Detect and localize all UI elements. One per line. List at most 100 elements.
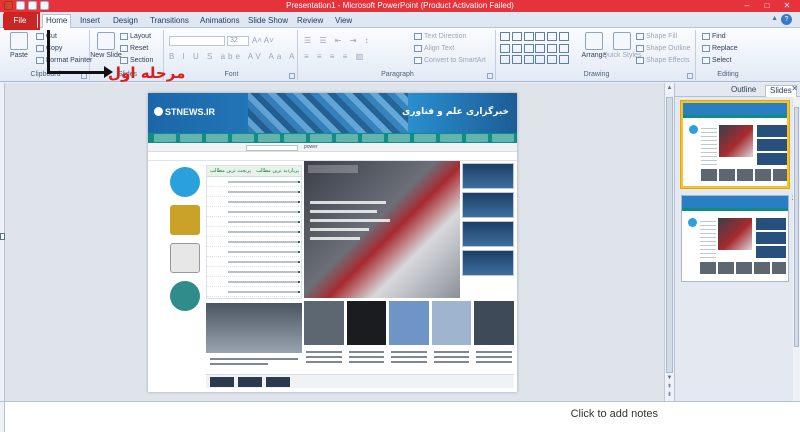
tab-review[interactable]: Review	[297, 15, 323, 28]
website-search-bar	[148, 143, 517, 152]
alignment-icons[interactable]: ≡ ≡ ≡ ≡ ▥	[304, 52, 366, 61]
shape-icon[interactable]	[511, 43, 522, 53]
tab-transitions[interactable]: Transitions	[150, 15, 189, 28]
partner-logo	[170, 243, 200, 273]
font-size-combo[interactable]: 32	[227, 36, 249, 46]
tab-home[interactable]: Home	[42, 14, 72, 29]
shape-icon[interactable]	[559, 55, 570, 65]
scroll-down-icon[interactable]: ▼	[666, 375, 673, 381]
shape-icon[interactable]	[511, 55, 522, 65]
minimize-button[interactable]: –	[738, 0, 756, 11]
align-text-button[interactable]: Align Text	[414, 45, 454, 52]
effects-icon	[636, 57, 644, 64]
notes-placeholder[interactable]: Click to add notes	[571, 408, 658, 420]
pane-tabs: Outline Slides ✕	[675, 83, 800, 97]
grow-font-icon[interactable]: A˄ A˅	[252, 36, 274, 45]
scroll-thumb[interactable]	[666, 97, 673, 373]
slide-vertical-scrollbar[interactable]: ▲ ▼ ⇞ ⇟	[664, 83, 674, 401]
binoculars-icon	[702, 33, 710, 40]
current-slide[interactable]: STNEWS.IR خبرگزاری علم و فناوری power پر…	[148, 93, 517, 392]
website-ticker	[148, 152, 517, 161]
previous-slide-icon[interactable]: ⇞	[666, 383, 673, 390]
find-button[interactable]: Find	[702, 33, 726, 40]
tab-outline[interactable]: Outline	[727, 85, 760, 97]
font-name-combo[interactable]	[169, 36, 225, 46]
tab-insert[interactable]: Insert	[80, 15, 100, 28]
format-painter-label: Format Painter	[46, 57, 93, 64]
news-list-tab: پربازدید ترین مطالب	[256, 168, 299, 174]
tab-slide-show[interactable]: Slide Show	[248, 15, 288, 28]
help-icon[interactable]: ?	[781, 14, 792, 25]
section-button[interactable]: Section	[120, 57, 153, 64]
select-arrow-icon	[702, 57, 710, 64]
close-button[interactable]: ✕	[778, 0, 796, 11]
shape-icon[interactable]	[511, 32, 522, 41]
maximize-button[interactable]: □	[758, 0, 776, 11]
font-launcher-icon[interactable]	[289, 73, 295, 79]
layout-button[interactable]: Layout	[120, 33, 151, 40]
drawing-group: Arrange Quick Styles Shape Fill Shape Ou…	[498, 30, 696, 80]
slide-thumbnail-1[interactable]	[681, 101, 789, 188]
font-format-icons[interactable]: B I U S abe AV Aa A	[169, 52, 297, 61]
shape-icon[interactable]	[547, 32, 558, 41]
left-splitter[interactable]	[0, 83, 5, 401]
shape-icon[interactable]	[523, 32, 534, 41]
scroll-up-icon[interactable]: ▲	[666, 85, 673, 91]
paragraph-launcher-icon[interactable]	[487, 73, 493, 79]
shape-icon[interactable]	[523, 55, 534, 65]
layout-icon	[120, 33, 128, 40]
pane-scrollbar[interactable]	[793, 97, 800, 401]
replace-button[interactable]: Replace	[702, 45, 738, 52]
slide-thumbnail-2[interactable]	[681, 195, 789, 282]
website-side-banners	[462, 163, 514, 279]
shape-icon[interactable]	[535, 43, 546, 53]
website-photo	[206, 303, 302, 353]
align-text-label: Align Text	[424, 45, 455, 52]
notes-splitter[interactable]	[0, 402, 5, 432]
new-slide-button[interactable]: New Slide	[90, 32, 122, 59]
window-controls: – □ ✕	[738, 0, 796, 11]
tab-design[interactable]: Design	[113, 15, 138, 28]
shape-effects-button[interactable]: Shape Effects	[636, 57, 689, 64]
shape-icon[interactable]	[535, 32, 546, 41]
shape-icon[interactable]	[523, 43, 534, 53]
shapes-gallery[interactable]	[500, 32, 570, 66]
shape-icon[interactable]	[500, 55, 510, 65]
notes-pane[interactable]: Click to add notes	[0, 401, 800, 432]
list-format-icons[interactable]: ☰ ☰ ⇤ ⇥ ↕	[304, 36, 372, 45]
pane-scroll-thumb[interactable]	[794, 107, 799, 347]
shape-icon[interactable]	[559, 32, 570, 41]
ribbon-minimize-icon[interactable]: ▲	[771, 15, 778, 22]
next-slide-icon[interactable]: ⇟	[666, 391, 673, 398]
shape-icon[interactable]	[547, 43, 558, 53]
shape-icon[interactable]	[500, 32, 510, 41]
convert-smartart-button[interactable]: Convert to SmartArt	[414, 57, 486, 64]
quick-styles-button[interactable]: Quick Styles	[603, 32, 641, 59]
pane-close-icon[interactable]: ✕	[791, 84, 798, 93]
paste-button[interactable]: Paste	[6, 32, 32, 59]
text-direction-button[interactable]: Text Direction	[414, 33, 466, 40]
shape-outline-button[interactable]: Shape Outline	[636, 45, 690, 52]
left-resize-handle[interactable]	[0, 233, 5, 240]
shape-icon[interactable]	[535, 55, 546, 65]
drawing-launcher-icon[interactable]	[687, 73, 693, 79]
shape-icon[interactable]	[500, 43, 510, 53]
shape-icon[interactable]	[559, 43, 570, 53]
font-group: 32 A˄ A˅ B I U S abe AV Aa A Font	[166, 30, 298, 80]
tab-view[interactable]: View	[335, 15, 352, 28]
find-label: Find	[712, 33, 726, 40]
shape-icon[interactable]	[547, 55, 558, 65]
select-button[interactable]: Select	[702, 57, 731, 64]
replace-icon	[702, 45, 710, 52]
annotation-arrow-shaft	[50, 71, 108, 74]
paste-icon	[10, 32, 28, 50]
shape-fill-button[interactable]: Shape Fill	[636, 33, 677, 40]
section-icon	[120, 57, 128, 64]
website-search-button: power	[304, 144, 318, 150]
paragraph-group-label: Paragraph	[381, 71, 414, 78]
tab-animations[interactable]: Animations	[200, 15, 240, 28]
new-slide-icon	[97, 32, 115, 50]
website-logo-text: STNEWS.IR	[165, 107, 216, 117]
reset-button[interactable]: Reset	[120, 45, 148, 52]
website-footer-strip	[206, 374, 514, 388]
